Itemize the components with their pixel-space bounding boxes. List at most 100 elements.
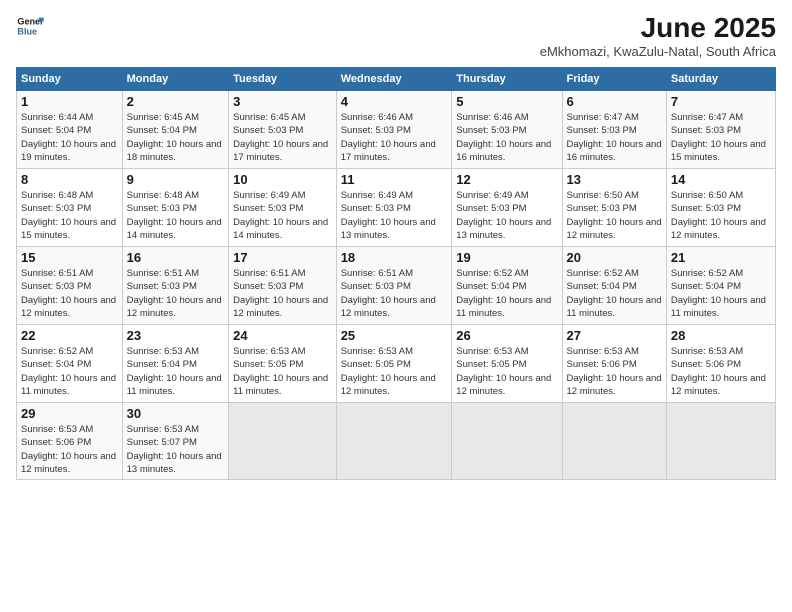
table-row: 23 Sunrise: 6:53 AMSunset: 5:04 PMDayligh… [122, 325, 229, 403]
page-header: General Blue June 2025 eMkhomazi, KwaZul… [16, 12, 776, 59]
page-title: June 2025 [540, 12, 776, 44]
table-row: 10 Sunrise: 6:49 AMSunset: 5:03 PMDayligh… [229, 169, 337, 247]
day-number: 7 [671, 94, 771, 109]
day-number: 27 [567, 328, 662, 343]
day-info: Sunrise: 6:50 AMSunset: 5:03 PMDaylight:… [567, 190, 662, 241]
day-info: Sunrise: 6:53 AMSunset: 5:06 PMDaylight:… [567, 346, 662, 397]
table-row: 28 Sunrise: 6:53 AMSunset: 5:06 PMDayligh… [666, 325, 775, 403]
day-info: Sunrise: 6:46 AMSunset: 5:03 PMDaylight:… [456, 112, 551, 163]
day-info: Sunrise: 6:51 AMSunset: 5:03 PMDaylight:… [341, 268, 436, 319]
table-row: 2Sunrise: 6:45 AMSunset: 5:04 PMDaylight… [122, 91, 229, 169]
day-info: Sunrise: 6:53 AMSunset: 5:05 PMDaylight:… [456, 346, 551, 397]
calendar-header-row: Sunday Monday Tuesday Wednesday Thursday… [17, 68, 776, 91]
day-number: 26 [456, 328, 557, 343]
table-row: 29 Sunrise: 6:53 AMSunset: 5:06 PMDayligh… [17, 403, 123, 480]
day-info: Sunrise: 6:49 AMSunset: 5:03 PMDaylight:… [233, 190, 328, 241]
day-number: 17 [233, 250, 332, 265]
day-info: Sunrise: 6:53 AMSunset: 5:05 PMDaylight:… [341, 346, 436, 397]
calendar-week-row: 22 Sunrise: 6:52 AMSunset: 5:04 PMDayligh… [17, 325, 776, 403]
day-info: Sunrise: 6:52 AMSunset: 5:04 PMDaylight:… [567, 268, 662, 319]
page-container: General Blue June 2025 eMkhomazi, KwaZul… [0, 0, 792, 492]
col-saturday: Saturday [666, 68, 775, 91]
day-number: 15 [21, 250, 118, 265]
day-info: Sunrise: 6:49 AMSunset: 5:03 PMDaylight:… [456, 190, 551, 241]
day-info: Sunrise: 6:44 AMSunset: 5:04 PMDaylight:… [21, 112, 116, 163]
day-info: Sunrise: 6:51 AMSunset: 5:03 PMDaylight:… [21, 268, 116, 319]
day-info: Sunrise: 6:53 AMSunset: 5:05 PMDaylight:… [233, 346, 328, 397]
day-info: Sunrise: 6:49 AMSunset: 5:03 PMDaylight:… [341, 190, 436, 241]
table-row: 21Sunrise: 6:52 AMSunset: 5:04 PMDayligh… [666, 247, 775, 325]
day-number: 6 [567, 94, 662, 109]
day-info: Sunrise: 6:50 AMSunset: 5:03 PMDaylight:… [671, 190, 766, 241]
table-row: 20 Sunrise: 6:52 AMSunset: 5:04 PMDayligh… [562, 247, 666, 325]
table-row: 11 Sunrise: 6:49 AMSunset: 5:03 PMDayligh… [336, 169, 452, 247]
table-row: 1 Sunrise: 6:44 AMSunset: 5:04 PMDaylight… [17, 91, 123, 169]
day-number: 12 [456, 172, 557, 187]
day-info: Sunrise: 6:47 AMSunset: 5:03 PMDaylight:… [567, 112, 662, 163]
col-monday: Monday [122, 68, 229, 91]
day-number: 23 [127, 328, 225, 343]
table-row: 5 Sunrise: 6:46 AMSunset: 5:03 PMDaylight… [452, 91, 562, 169]
table-row: 27 Sunrise: 6:53 AMSunset: 5:06 PMDayligh… [562, 325, 666, 403]
day-info: Sunrise: 6:52 AMSunset: 5:04 PMDaylight:… [456, 268, 551, 319]
table-row: 15 Sunrise: 6:51 AMSunset: 5:03 PMDayligh… [17, 247, 123, 325]
table-row: 22 Sunrise: 6:52 AMSunset: 5:04 PMDayligh… [17, 325, 123, 403]
day-number: 20 [567, 250, 662, 265]
day-number: 13 [567, 172, 662, 187]
table-row: 18 Sunrise: 6:51 AMSunset: 5:03 PMDayligh… [336, 247, 452, 325]
table-row [229, 403, 337, 480]
logo: General Blue [16, 12, 44, 40]
day-number: 4 [341, 94, 448, 109]
day-info: Sunrise: 6:53 AMSunset: 5:06 PMDaylight:… [671, 346, 766, 397]
col-thursday: Thursday [452, 68, 562, 91]
day-number: 1 [21, 94, 118, 109]
table-row: 16 Sunrise: 6:51 AMSunset: 5:03 PMDayligh… [122, 247, 229, 325]
day-number: 18 [341, 250, 448, 265]
table-row: 4Sunrise: 6:46 AMSunset: 5:03 PMDaylight… [336, 91, 452, 169]
calendar-week-row: 15 Sunrise: 6:51 AMSunset: 5:03 PMDayligh… [17, 247, 776, 325]
day-number: 19 [456, 250, 557, 265]
day-number: 25 [341, 328, 448, 343]
day-number: 29 [21, 406, 118, 421]
day-info: Sunrise: 6:52 AMSunset: 5:04 PMDaylight:… [21, 346, 116, 397]
table-row: 30Sunrise: 6:53 AMSunset: 5:07 PMDayligh… [122, 403, 229, 480]
day-number: 30 [127, 406, 225, 421]
day-number: 5 [456, 94, 557, 109]
day-number: 3 [233, 94, 332, 109]
day-number: 10 [233, 172, 332, 187]
day-number: 8 [21, 172, 118, 187]
day-info: Sunrise: 6:48 AMSunset: 5:03 PMDaylight:… [127, 190, 222, 241]
table-row: 3 Sunrise: 6:45 AMSunset: 5:03 PMDaylight… [229, 91, 337, 169]
calendar-week-row: 29 Sunrise: 6:53 AMSunset: 5:06 PMDayligh… [17, 403, 776, 480]
table-row: 12 Sunrise: 6:49 AMSunset: 5:03 PMDayligh… [452, 169, 562, 247]
day-number: 16 [127, 250, 225, 265]
day-number: 28 [671, 328, 771, 343]
table-row: 25 Sunrise: 6:53 AMSunset: 5:05 PMDayligh… [336, 325, 452, 403]
table-row: 9 Sunrise: 6:48 AMSunset: 5:03 PMDaylight… [122, 169, 229, 247]
logo-icon: General Blue [16, 12, 44, 40]
table-row: 7Sunrise: 6:47 AMSunset: 5:03 PMDaylight… [666, 91, 775, 169]
day-number: 11 [341, 172, 448, 187]
col-sunday: Sunday [17, 68, 123, 91]
svg-text:Blue: Blue [17, 26, 37, 36]
calendar-week-row: 1 Sunrise: 6:44 AMSunset: 5:04 PMDaylight… [17, 91, 776, 169]
day-info: Sunrise: 6:45 AMSunset: 5:04 PMDaylight:… [127, 112, 222, 163]
day-info: Sunrise: 6:45 AMSunset: 5:03 PMDaylight:… [233, 112, 328, 163]
day-number: 22 [21, 328, 118, 343]
page-subtitle: eMkhomazi, KwaZulu-Natal, South Africa [540, 44, 776, 59]
table-row: 24Sunrise: 6:53 AMSunset: 5:05 PMDayligh… [229, 325, 337, 403]
day-number: 9 [127, 172, 225, 187]
col-wednesday: Wednesday [336, 68, 452, 91]
day-number: 14 [671, 172, 771, 187]
day-info: Sunrise: 6:53 AMSunset: 5:04 PMDaylight:… [127, 346, 222, 397]
day-info: Sunrise: 6:51 AMSunset: 5:03 PMDaylight:… [127, 268, 222, 319]
title-block: June 2025 eMkhomazi, KwaZulu-Natal, Sout… [540, 12, 776, 59]
col-friday: Friday [562, 68, 666, 91]
day-number: 21 [671, 250, 771, 265]
table-row [336, 403, 452, 480]
table-row: 19 Sunrise: 6:52 AMSunset: 5:04 PMDayligh… [452, 247, 562, 325]
day-info: Sunrise: 6:53 AMSunset: 5:06 PMDaylight:… [21, 424, 116, 475]
table-row: 6 Sunrise: 6:47 AMSunset: 5:03 PMDaylight… [562, 91, 666, 169]
table-row: 13 Sunrise: 6:50 AMSunset: 5:03 PMDayligh… [562, 169, 666, 247]
day-info: Sunrise: 6:48 AMSunset: 5:03 PMDaylight:… [21, 190, 116, 241]
